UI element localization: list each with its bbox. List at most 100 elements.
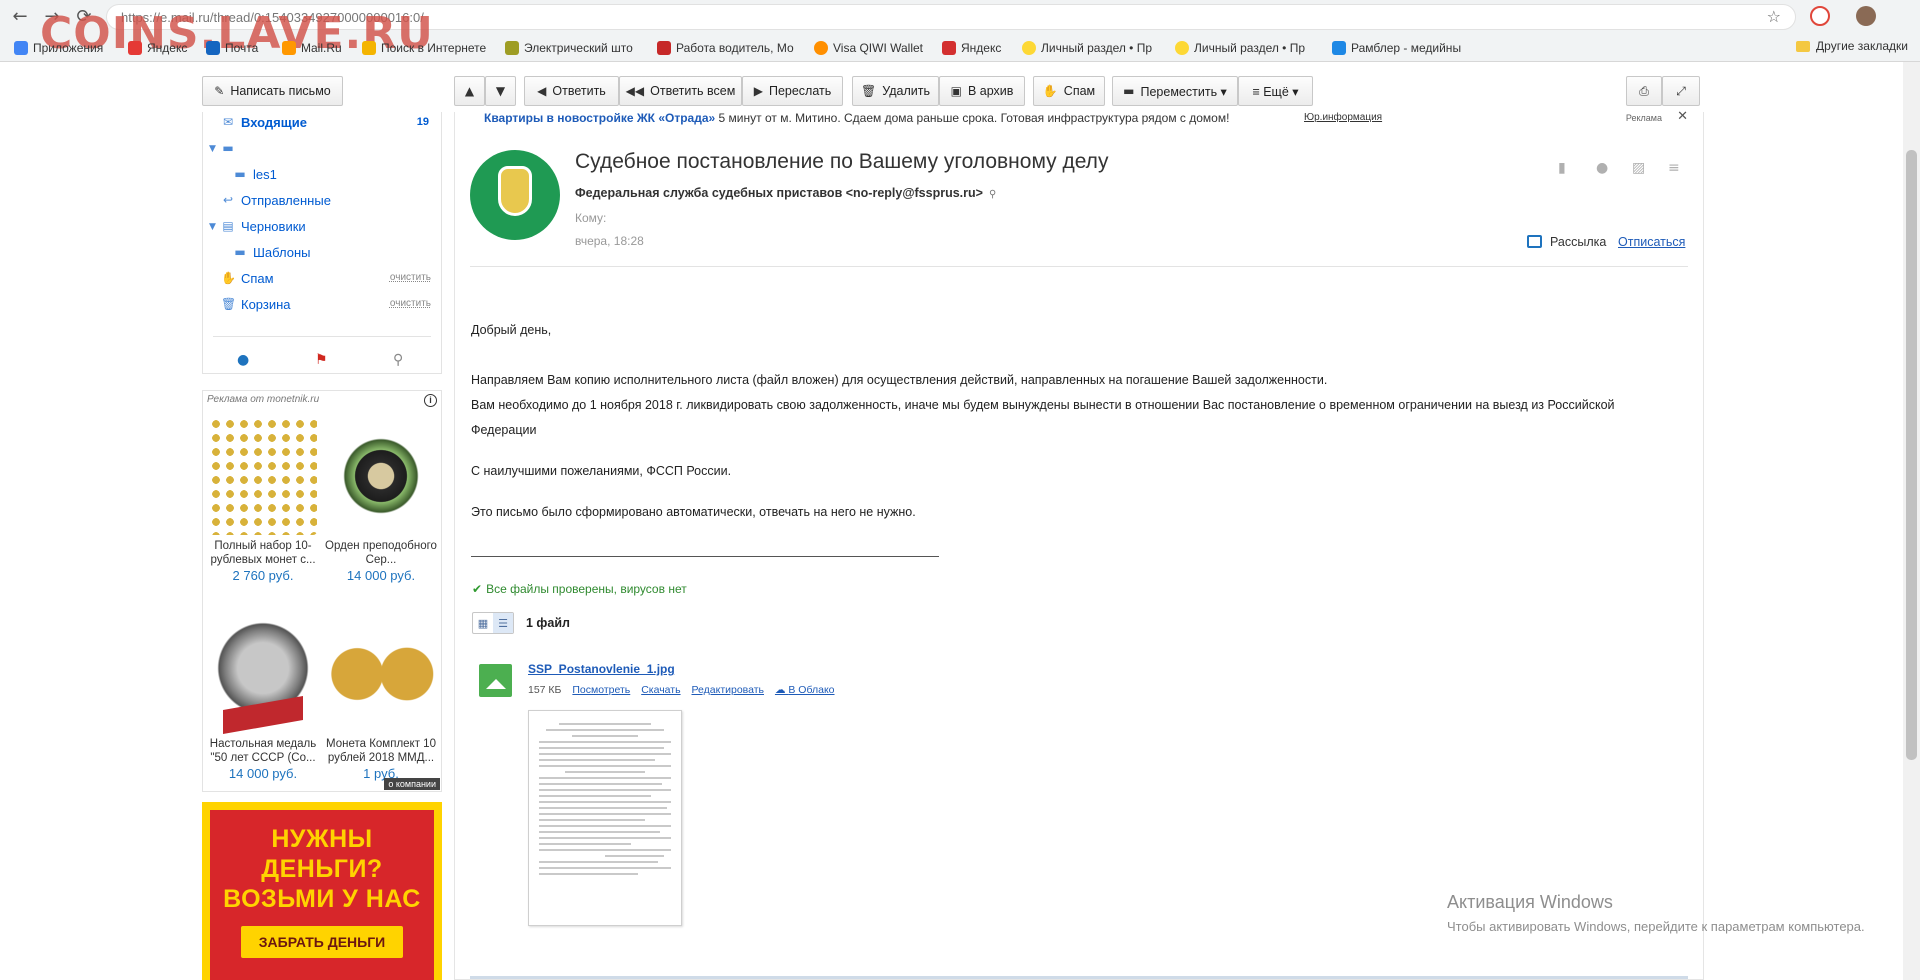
- read-status-icon[interactable]: ●: [1596, 160, 1608, 176]
- prev-message-button[interactable]: ▲: [454, 76, 485, 106]
- loan-banner[interactable]: НУЖНЫ ДЕНЬГИ? ВОЗЬМИ У НАС ЗАБРАТЬ ДЕНЬГ…: [202, 802, 442, 980]
- clear-trash-link[interactable]: очистить: [390, 298, 431, 309]
- flag-filter-icon[interactable]: ⚑: [315, 352, 328, 368]
- edit-link[interactable]: Редактировать: [691, 684, 764, 696]
- view-link[interactable]: Посмотреть: [572, 684, 630, 696]
- mailing-list-icon: [1527, 235, 1542, 248]
- ad-item[interactable]: Полный набор 10-рублевых монет с... 2 76…: [205, 417, 321, 583]
- unsubscribe-link[interactable]: Отписаться: [1618, 235, 1685, 249]
- bookmark-rambler[interactable]: Рамблер - медийны: [1332, 39, 1461, 57]
- download-link[interactable]: Скачать: [641, 684, 680, 696]
- image-file-icon: [479, 664, 512, 697]
- reply-all-button[interactable]: ◀◀ Ответить всем: [619, 76, 742, 106]
- forward-button[interactable]: ▶ Переслать: [742, 76, 843, 106]
- order-image: [327, 417, 435, 535]
- bookmark-personal-1[interactable]: Личный раздел • Пр: [1022, 39, 1152, 57]
- scroll-thumb[interactable]: [1906, 150, 1917, 760]
- top-ad-line[interactable]: Квартиры в новостройке ЖК «Отрада» 5 мин…: [462, 109, 1702, 130]
- preview-line: [539, 861, 658, 863]
- bookmark-yandex[interactable]: Яндекс: [128, 39, 187, 57]
- bookmark-star-icon[interactable]: ☆: [1767, 7, 1781, 26]
- bookmark-mailru[interactable]: Mail.Ru: [282, 39, 342, 57]
- body-greeting: Добрый день,: [471, 323, 552, 337]
- ad-label: Реклама: [1625, 113, 1662, 123]
- more-button[interactable]: ≡ Ещё ▾: [1238, 76, 1313, 106]
- reply-icon: ◀: [537, 84, 547, 98]
- folder-icon: ▬: [234, 245, 246, 259]
- mailing-list-label: Рассылка: [1550, 235, 1607, 249]
- browser-chrome: ← → ⟳ ☆ COINS.LAVE.RU Приложения Яндекс …: [0, 0, 1920, 62]
- bookmark-personal-2[interactable]: Личный раздел • Пр: [1175, 39, 1305, 57]
- archive-button[interactable]: ▣ В архив: [939, 76, 1025, 106]
- bookmark-apps[interactable]: Приложения: [14, 39, 103, 57]
- profile-avatar[interactable]: [1856, 6, 1876, 26]
- preview-line: [539, 849, 671, 851]
- ad-item[interactable]: Настольная медаль "50 лет СССР (Со... 14…: [205, 615, 321, 781]
- print-button[interactable]: ⎙: [1626, 76, 1662, 106]
- bookmark-search[interactable]: Поиск в Интернете: [362, 39, 486, 57]
- next-message-button[interactable]: ▼: [485, 76, 516, 106]
- bookmark-electric[interactable]: Электрический што: [505, 39, 633, 57]
- search-icon[interactable]: ⚲: [989, 189, 996, 200]
- back-icon[interactable]: ←: [8, 5, 32, 29]
- trash-icon: 🗑: [861, 84, 877, 98]
- preview-line: [539, 801, 671, 803]
- yandex-icon: [128, 41, 142, 55]
- reply-button[interactable]: ◀ Ответить: [524, 76, 619, 106]
- folder-templates[interactable]: ▬ Шаблоны: [233, 242, 310, 262]
- ad-item[interactable]: Монета Комплект 10 рублей 2018 ММД... 1 …: [323, 615, 439, 781]
- folder-unnamed[interactable]: ▬: [221, 138, 235, 158]
- expand-button[interactable]: ⤢: [1662, 76, 1700, 106]
- ad-item[interactable]: Орден преподобного Сер... 14 000 руб.: [323, 417, 439, 583]
- electric-icon: [505, 41, 519, 55]
- compose-button[interactable]: ✎ Написать письмо: [202, 76, 343, 106]
- checkmark-icon: ✔: [472, 582, 483, 596]
- folder-les1[interactable]: ▬ les1: [233, 164, 277, 184]
- message-subject: Судебное постановление по Вашему уголовн…: [575, 150, 1109, 173]
- menu-icon[interactable]: ≡: [1668, 160, 1680, 176]
- list-view-icon[interactable]: ☰: [493, 613, 513, 633]
- unread-filter-icon[interactable]: ●: [237, 352, 249, 368]
- bookmark-mail[interactable]: Почта: [206, 39, 258, 57]
- thumbs-down-icon: ✋: [221, 271, 236, 285]
- info-icon[interactable]: i: [424, 394, 437, 407]
- close-icon[interactable]: ✕: [1677, 109, 1688, 124]
- body-regards: С наилучшими пожеланиями, ФССП России.: [471, 464, 732, 478]
- grid-view-icon[interactable]: ▦: [473, 613, 493, 633]
- folder-sent[interactable]: ↩ Отправленные: [221, 190, 331, 210]
- message-sender[interactable]: Федеральная служба судебных приставов <n…: [575, 186, 996, 200]
- about-company-link[interactable]: о компании: [384, 778, 440, 790]
- preview-line: [539, 837, 671, 839]
- folder-spam[interactable]: ✋ Спам: [221, 268, 274, 288]
- spam-button[interactable]: ✋ Спам: [1033, 76, 1105, 106]
- arrow-down-icon: ▼: [495, 84, 506, 98]
- bookmark-icon[interactable]: ▮: [1558, 160, 1566, 176]
- banner-content: НУЖНЫ ДЕНЬГИ? ВОЗЬМИ У НАС ЗАБРАТЬ ДЕНЬГ…: [210, 810, 434, 980]
- folder-trash[interactable]: 🗑 Корзина: [221, 294, 291, 314]
- trash-icon: 🗑: [221, 297, 237, 311]
- bookmark-yandex-2[interactable]: Яндекс: [942, 39, 1001, 57]
- attachment-filter-icon[interactable]: ⚲: [393, 352, 403, 368]
- banner-button[interactable]: ЗАБРАТЬ ДЕНЬГИ: [240, 926, 404, 958]
- mailru-icon: [282, 41, 296, 55]
- bookmark-other[interactable]: Другие закладки: [1796, 39, 1908, 53]
- folder-drafts[interactable]: ▤ Черновики: [221, 216, 305, 236]
- bookmark-job[interactable]: Работа водитель, Мо: [657, 39, 794, 57]
- extension-icon[interactable]: [1810, 6, 1830, 26]
- preview-line: [539, 825, 671, 827]
- collapse-icon[interactable]: ▼: [209, 222, 216, 232]
- legal-info-link[interactable]: Юр.информация: [1304, 112, 1382, 123]
- bookmark-qiwi[interactable]: Visa QIWI Wallet: [814, 39, 923, 57]
- smiley-icon: [1175, 41, 1189, 55]
- image-icon[interactable]: ▨: [1632, 160, 1645, 176]
- inbox-count: 19: [416, 116, 429, 128]
- attachment-name[interactable]: SSP_Postanovlenie_1.jpg: [528, 662, 675, 676]
- collapse-icon[interactable]: ▼: [209, 144, 216, 154]
- move-button[interactable]: ▬ Переместить ▾: [1112, 76, 1238, 106]
- attachment-preview[interactable]: [528, 710, 682, 926]
- folder-inbox[interactable]: ✉ Входящие: [221, 112, 307, 132]
- page-scrollbar[interactable]: [1903, 62, 1920, 980]
- cloud-link[interactable]: ☁ В Облако: [775, 684, 835, 696]
- delete-button[interactable]: 🗑 Удалить: [852, 76, 939, 106]
- clear-spam-link[interactable]: очистить: [390, 272, 431, 283]
